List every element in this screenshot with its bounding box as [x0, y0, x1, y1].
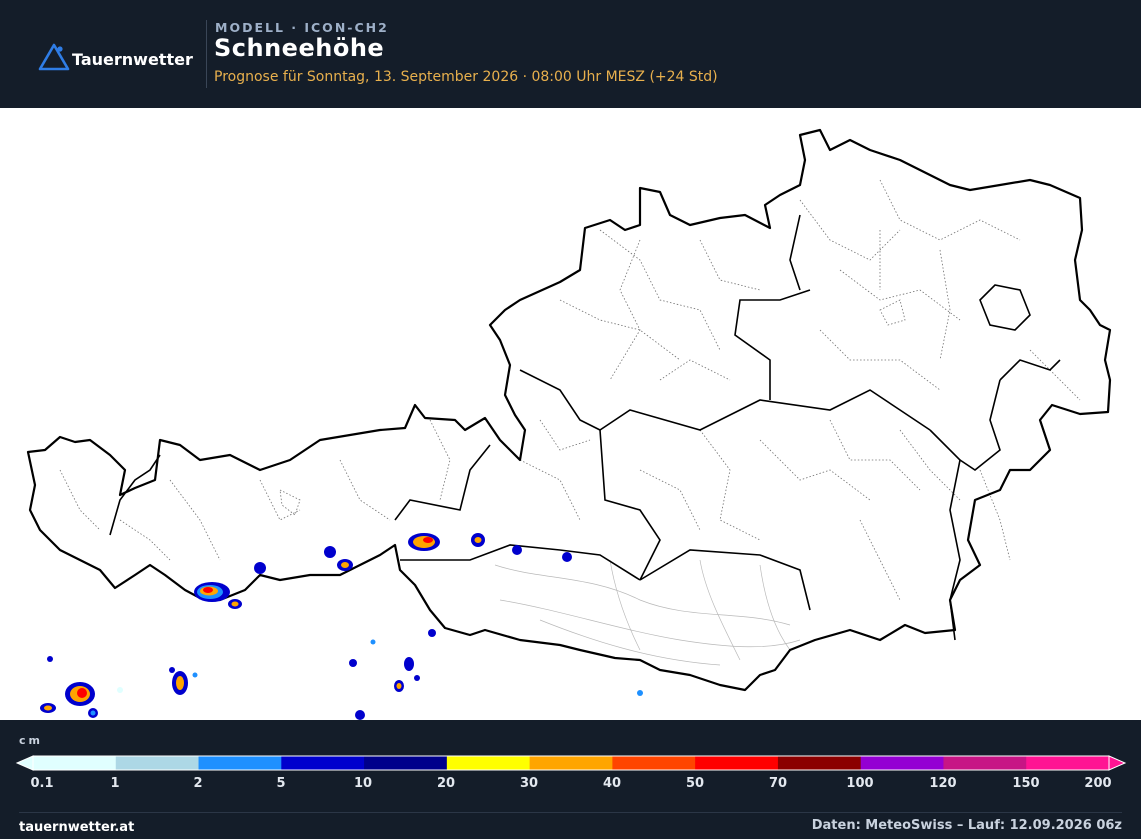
legend-tick-label: 120	[929, 776, 957, 791]
legend-tick-label: 1	[110, 776, 120, 791]
legend-tick-label: 0.1	[30, 776, 54, 791]
legend-swatch	[364, 756, 448, 770]
snow-depth-map[interactable]	[0, 108, 1141, 720]
data-source: Daten: MeteoSwiss – Lauf: 12.09.2026 06z	[811, 818, 1122, 833]
legend-tick-label: 10	[353, 776, 373, 791]
snow-cells	[40, 533, 643, 720]
legend-tick-label: 200	[1084, 776, 1112, 791]
legend-tick-label: 2	[193, 776, 203, 791]
legend-colorbar	[15, 755, 1127, 771]
legend-swatch	[612, 756, 696, 770]
legend-tick-label: 30	[519, 776, 539, 791]
map-canvas	[26, 128, 1112, 720]
legend-swatch	[198, 756, 282, 770]
mountain-triangle-icon	[38, 43, 70, 71]
country-outline	[26, 128, 1112, 692]
model-label: MODELL · ICON-CH2	[215, 20, 389, 35]
legend-arrow-low	[15, 755, 34, 771]
legend-swatch	[943, 756, 1027, 770]
legend-swatch	[695, 756, 779, 770]
forecast-subtitle: Prognose für Sonntag, 13. September 2026…	[214, 69, 718, 85]
brand-name: Tauernwetter	[72, 49, 193, 69]
legend-swatch	[777, 756, 862, 770]
site-link[interactable]: tauernwetter.at	[19, 820, 134, 835]
page-title: Schneehöhe	[214, 34, 385, 62]
district-borders	[59, 179, 1081, 601]
legend-swatch	[33, 756, 117, 770]
legend-tick-label: 50	[685, 776, 705, 791]
legend-unit: cm	[19, 734, 43, 747]
legend-tick-label: 150	[1012, 776, 1040, 791]
legend-swatch	[1026, 756, 1110, 770]
legend-swatch	[860, 756, 944, 770]
legend-tick-label: 5	[276, 776, 286, 791]
header-divider	[206, 20, 207, 88]
header: Tauernwetter MODELL · ICON-CH2 Schneehöh…	[0, 0, 1141, 108]
legend-swatch	[281, 756, 365, 770]
legend-swatch	[115, 756, 200, 770]
state-borders	[109, 214, 1061, 641]
snow-cell-group	[40, 629, 643, 720]
legend-tick-label: 40	[602, 776, 622, 791]
color-legend: cm 0.1 1 2 5 10 20 30 40 50 70 100 120 150 200 tauern…	[0, 720, 1141, 839]
legend-tick-label: 100	[846, 776, 874, 791]
legend-swatch	[529, 756, 613, 770]
snow-cell-group	[408, 533, 572, 562]
brand-logo[interactable]: Tauernwetter	[38, 42, 193, 72]
footer-divider	[19, 812, 1122, 813]
legend-tick-label: 20	[436, 776, 456, 791]
legend-arrow-high	[1108, 755, 1127, 771]
legend-tick-label: 70	[768, 776, 788, 791]
legend-swatch	[446, 756, 531, 770]
